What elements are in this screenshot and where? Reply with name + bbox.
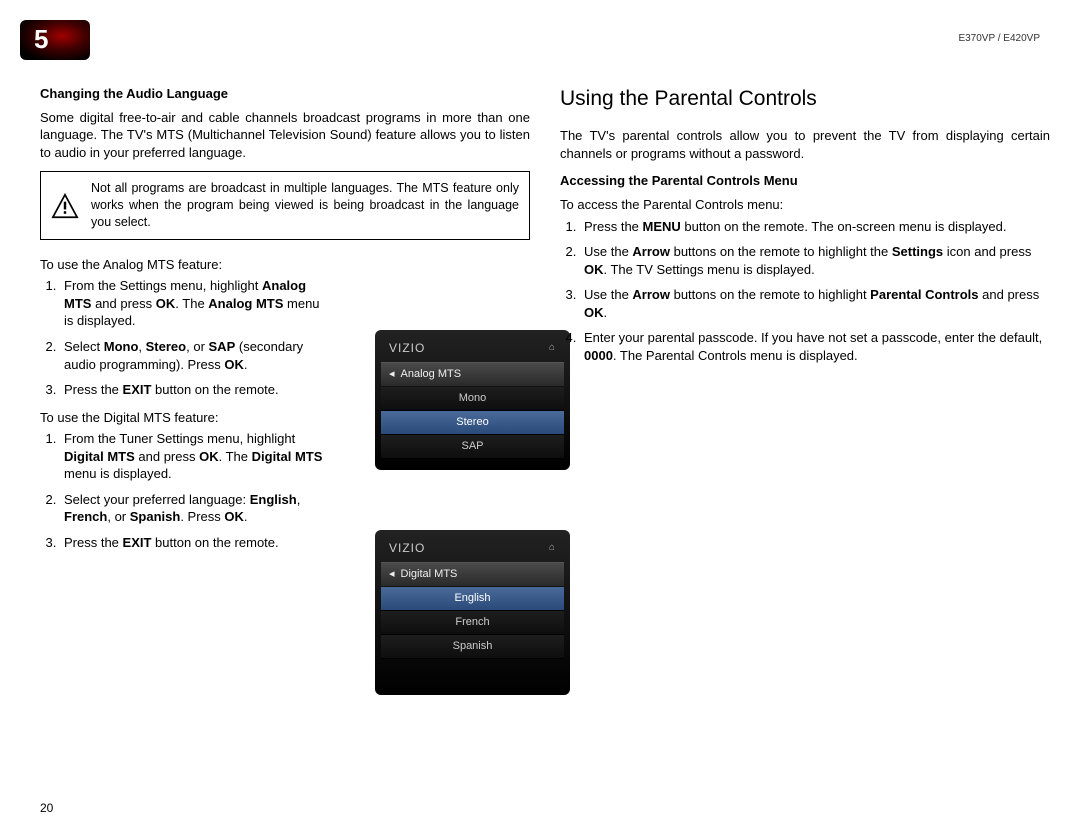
tv-menu-title: Analog MTS	[401, 367, 462, 382]
list-item: Select your preferred language: English,…	[60, 491, 330, 526]
analog-intro: To use the Analog MTS feature:	[40, 256, 330, 274]
tv-menu-item: Mono	[381, 387, 564, 411]
left-subheading: Changing the Audio Language	[40, 85, 530, 103]
tv-menu-item-selected: Stereo	[381, 411, 564, 435]
list-item: Select Mono, Stereo, or SAP (secondary a…	[60, 338, 330, 373]
right-intro: The TV's parental controls allow you to …	[560, 127, 1050, 162]
warning-icon	[51, 193, 79, 219]
chevron-left-icon: ◂	[389, 367, 395, 382]
list-item: From the Settings menu, highlight Analog…	[60, 277, 330, 330]
tv-menu-item: Spanish	[381, 635, 564, 659]
tv-menu-title-row: ◂ Analog MTS	[381, 362, 564, 387]
digital-intro: To use the Digital MTS feature:	[40, 409, 330, 427]
right-heading: Using the Parental Controls	[560, 85, 1050, 113]
tv-menu-item: French	[381, 611, 564, 635]
page-number: 20	[40, 800, 53, 816]
wifi-icon: ⌂	[549, 341, 556, 355]
tv-screenshot-analog: VIZIO ⌂ ◂ Analog MTS Mono Stereo SAP	[375, 330, 570, 470]
parental-steps: Press the MENU button on the remote. The…	[560, 218, 1050, 365]
left-column: Changing the Audio Language Some digital…	[40, 85, 530, 561]
list-item: Press the EXIT button on the remote.	[60, 381, 330, 399]
left-intro: Some digital free-to-air and cable chann…	[40, 109, 530, 162]
tv-brand: VIZIO	[389, 540, 425, 556]
right-subheading: Accessing the Parental Controls Menu	[560, 172, 1050, 190]
note-box: Not all programs are broadcast in multip…	[40, 171, 530, 240]
access-intro: To access the Parental Controls menu:	[560, 196, 1050, 214]
digital-steps: From the Tuner Settings menu, highlight …	[40, 430, 330, 551]
tv-screenshot-digital: VIZIO ⌂ ◂ Digital MTS English French Spa…	[375, 530, 570, 695]
list-item: Press the MENU button on the remote. The…	[580, 218, 1050, 236]
note-text: Not all programs are broadcast in multip…	[91, 181, 519, 229]
list-item: From the Tuner Settings menu, highlight …	[60, 430, 330, 483]
list-item: Press the EXIT button on the remote.	[60, 534, 330, 552]
right-column: Using the Parental Controls The TV's par…	[560, 85, 1050, 374]
chevron-left-icon: ◂	[389, 567, 395, 582]
model-id: E370VP / E420VP	[958, 32, 1040, 46]
list-item: Use the Arrow buttons on the remote to h…	[580, 286, 1050, 321]
analog-steps: From the Settings menu, highlight Analog…	[40, 277, 330, 398]
wifi-icon: ⌂	[549, 541, 556, 555]
tv-menu-item: SAP	[381, 435, 564, 459]
tv-menu-item-selected: English	[381, 587, 564, 611]
tv-menu-title: Digital MTS	[401, 567, 458, 582]
tv-brand: VIZIO	[389, 340, 425, 356]
tv-menu-title-row: ◂ Digital MTS	[381, 562, 564, 587]
chapter-badge: 5	[20, 20, 90, 60]
list-item: Enter your parental passcode. If you hav…	[580, 329, 1050, 364]
list-item: Use the Arrow buttons on the remote to h…	[580, 243, 1050, 278]
